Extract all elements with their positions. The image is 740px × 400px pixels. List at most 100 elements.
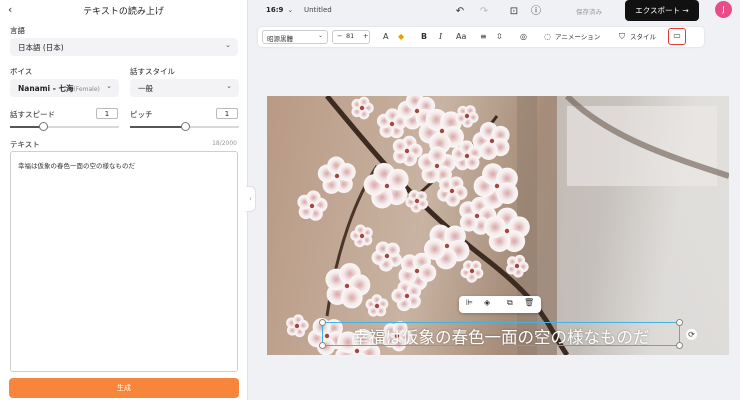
save-status: 保存済み [576, 8, 602, 16]
text-input[interactable]: 幸福は仮象の春色一面の空の様なものだ [10, 151, 238, 372]
char-count: 18/2000 [212, 140, 237, 147]
caption-text[interactable]: 幸福は仮象の春色一面の空の様なものだ [323, 324, 679, 348]
blossom-petal [418, 263, 437, 282]
blossom-center [414, 108, 420, 114]
style-label: 話すスタイル [130, 67, 175, 76]
animation-button[interactable]: アニメーション [555, 30, 600, 44]
collapse-panel-icon[interactable]: ‹ [246, 186, 256, 212]
style-button[interactable]: スタイル [630, 30, 656, 44]
blossom-center [469, 268, 475, 274]
line-spacing-icon[interactable]: ⇳ [496, 30, 503, 44]
blossom-center [309, 203, 315, 209]
blossom-center [404, 293, 410, 299]
blossom-center [464, 113, 470, 119]
blossom-center [489, 138, 495, 144]
blossom-center [474, 213, 480, 219]
blossom-petal [445, 192, 461, 207]
blossom-petal [306, 190, 321, 205]
aspect-ratio-select[interactable]: 16:9 ⌄ [266, 6, 293, 14]
chevron-down-icon: ⌄ [226, 82, 232, 90]
blossom-petal [466, 271, 478, 283]
blossom-center [389, 121, 395, 127]
caption-text-box[interactable]: 幸福は仮象の春色一面の空の様なものだ [322, 322, 680, 348]
voice-name: Nanami - 七海 [18, 84, 74, 93]
blossom-center [464, 153, 470, 159]
increase-size-button[interactable]: + [363, 32, 368, 40]
panel-header: ‹ テキストの読み上げ [0, 0, 247, 20]
blossom-petal [496, 182, 519, 205]
export-button[interactable]: エクスポート → [625, 0, 699, 21]
blossom-petal [455, 113, 467, 124]
resize-handle-top-left[interactable] [319, 319, 326, 326]
text-color-button[interactable]: A [383, 30, 388, 44]
blossom-petal [297, 319, 309, 331]
duplicate-icon[interactable]: ⧉ [507, 298, 513, 308]
blossom-center [414, 268, 420, 274]
blossom-petal [341, 286, 363, 309]
blossom-center [374, 303, 380, 309]
align-icon[interactable]: ≡ [480, 30, 487, 44]
blossom-petal [387, 168, 409, 191]
resize-handle-top-right[interactable] [676, 319, 683, 326]
canvas-image[interactable] [267, 96, 729, 355]
style-icon[interactable]: ⛉ [619, 30, 625, 44]
blossom-center [384, 183, 390, 189]
language-select[interactable]: 日本語 (日本) ⌄ [10, 38, 238, 56]
blossom-center [494, 183, 500, 189]
element-toolbar: ⊫ ◈ ⧉ 🗑 [459, 296, 541, 313]
layers-icon[interactable]: ◈ [484, 298, 490, 307]
speed-slider-fill [10, 126, 43, 128]
delete-icon[interactable]: 🗑 [524, 298, 534, 307]
animation-icon[interactable]: ◌ [544, 30, 551, 44]
speed-input[interactable]: 1 [96, 108, 118, 119]
style-value: 一般 [138, 84, 153, 93]
blossom-petal [358, 96, 370, 108]
bold-button[interactable]: B [421, 30, 427, 44]
voice-select[interactable]: Nanami - 七海(Female) ⌄ [10, 79, 119, 97]
cherry-blossom-photo [286, 96, 729, 355]
speed-slider[interactable] [10, 122, 119, 131]
pitch-slider[interactable] [130, 122, 239, 131]
decrease-size-button[interactable]: − [337, 32, 342, 40]
font-size-value[interactable]: 81 [346, 32, 354, 40]
blossom-center [514, 263, 520, 269]
blossom-center [434, 163, 440, 169]
rotate-icon[interactable]: ⟳ [686, 329, 697, 340]
redo-icon[interactable]: ↷ [476, 4, 492, 20]
screen-capture-icon[interactable]: ⊡ [506, 4, 522, 20]
font-family-value: 昭源黒體 [267, 35, 293, 43]
generate-button[interactable]: 生成 [9, 378, 239, 398]
blossom-center [404, 148, 410, 154]
blossom-center [354, 348, 360, 354]
speed-label: 話すスピード [10, 110, 55, 119]
pitch-label: ピッチ [130, 110, 153, 119]
caption-icon[interactable]: ▭ [668, 28, 686, 45]
undo-icon[interactable]: ↶ [452, 4, 468, 20]
blossom-center [359, 233, 365, 239]
style-select[interactable]: 一般 ⌄ [130, 79, 239, 97]
document-title[interactable]: Untitled [304, 6, 332, 14]
italic-button[interactable]: I [439, 30, 442, 44]
aspect-ratio-value: 16:9 [266, 6, 284, 14]
blossom-center [504, 228, 510, 234]
highlight-color-icon[interactable]: ◆ [398, 30, 404, 44]
font-family-select[interactable]: 昭源黒體 ⌄ [262, 30, 328, 44]
align-layer-icon[interactable]: ⊫ [466, 298, 473, 307]
text-case-button[interactable]: Aa [456, 30, 466, 44]
pitch-slider-thumb[interactable] [180, 122, 190, 131]
speed-slider-thumb[interactable] [38, 122, 48, 131]
resize-handle-bottom-left[interactable] [319, 342, 326, 349]
pitch-input[interactable]: 1 [216, 108, 238, 119]
blossom-petal [428, 146, 447, 165]
blossom-petal [479, 141, 498, 160]
blossom-petal [391, 288, 406, 303]
effects-icon[interactable]: ◎ [520, 30, 527, 44]
help-icon[interactable]: ⓘ [528, 4, 544, 20]
font-size-stepper[interactable]: − 81 + [332, 30, 370, 44]
blossom-petal [337, 163, 356, 182]
avatar[interactable]: J [715, 1, 732, 18]
blossom-petal [423, 238, 446, 260]
resize-handle-bottom-right[interactable] [676, 342, 683, 349]
blossom-petal [355, 224, 366, 236]
blossom-petal [484, 216, 506, 238]
